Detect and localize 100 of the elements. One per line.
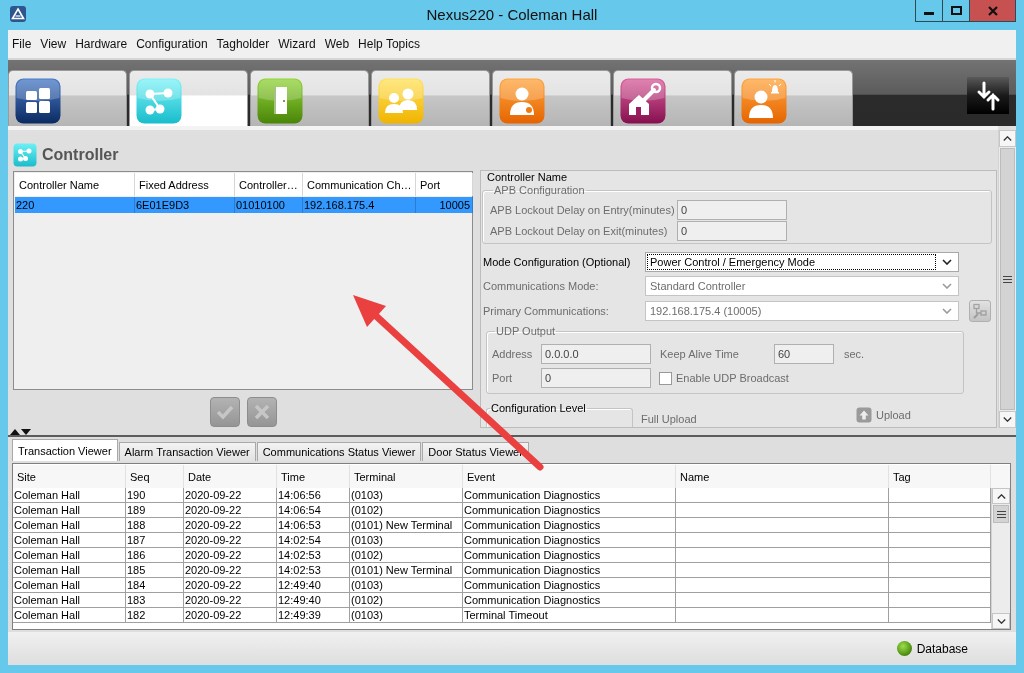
table-cell: 2020-09-22 — [184, 593, 277, 607]
table-cell: 185 — [126, 563, 184, 577]
table-cell: 10005 — [416, 197, 473, 213]
field-label: APB Lockout Delay on Exit(minutes) — [490, 225, 669, 237]
chevron-up-icon[interactable] — [996, 493, 1006, 499]
column-header[interactable]: Terminal — [350, 465, 463, 488]
table-cell: (0102) — [350, 593, 463, 607]
person-icon[interactable] — [499, 78, 545, 124]
table-cell: 14:06:53 — [277, 518, 350, 532]
field-label: Keep Alive Time — [660, 348, 740, 360]
person-bell-icon[interactable] — [741, 78, 787, 124]
column-header[interactable]: Time — [277, 465, 350, 488]
viewer-tab[interactable]: Communications Status Viewer — [256, 442, 422, 461]
up-triangle-icon[interactable] — [10, 429, 20, 435]
group-title: APB Configuration — [493, 184, 586, 197]
close-icon[interactable] — [987, 5, 998, 16]
scroll-down-button[interactable] — [992, 613, 1010, 629]
door-icon[interactable] — [257, 78, 303, 124]
menu-item[interactable]: File — [9, 35, 35, 53]
status-label: Database — [916, 641, 968, 656]
field-label: Address — [492, 348, 534, 360]
table-cell: 14:02:54 — [277, 533, 350, 547]
house-wrench-icon[interactable] — [620, 78, 666, 124]
table-cell: Communication Diagnostics — [463, 518, 676, 532]
table-cell: (0102) — [350, 548, 463, 562]
column-header[interactable]: Seq — [126, 465, 184, 488]
window-title: Nexus220 - Coleman Hall — [426, 5, 598, 23]
maximize-icon[interactable] — [950, 6, 962, 15]
menu-item[interactable]: View — [37, 35, 70, 53]
chevron-up-icon[interactable] — [1003, 136, 1012, 141]
dropdown[interactable]: Power Control / Emergency Mode — [645, 252, 959, 272]
column-header[interactable]: Event — [463, 465, 676, 488]
grid-icon[interactable] — [15, 78, 61, 124]
column-header[interactable]: Date — [184, 465, 277, 488]
table-cell: 2020-09-22 — [184, 548, 277, 562]
down-triangle-icon[interactable] — [21, 429, 31, 435]
table-cell: Coleman Hall — [13, 488, 126, 502]
table-cell: 6E01E9D3 — [135, 197, 235, 213]
column-header[interactable]: Controller Name — [15, 173, 135, 196]
column-header[interactable]: Port — [416, 173, 473, 196]
scroll-up-button[interactable] — [999, 130, 1016, 147]
scroll-down-button[interactable] — [999, 411, 1016, 428]
chevron-down-icon[interactable] — [1003, 417, 1012, 422]
table-cell: 2020-09-22 — [184, 578, 277, 592]
column-header[interactable]: Communication Ch… — [303, 173, 416, 196]
up-down-arrows-icon[interactable] — [967, 77, 1009, 114]
viewer-tab[interactable]: Transaction Viewer — [12, 439, 118, 461]
table-cell: 192.168.175.4 — [303, 197, 416, 213]
table-cell: 189 — [126, 503, 184, 517]
table-cell: 12:49:40 — [277, 593, 350, 607]
close-button[interactable] — [970, 0, 1015, 21]
module-tab[interactable] — [613, 70, 732, 126]
column-header[interactable]: Site — [13, 465, 126, 488]
menu-item[interactable]: Configuration — [133, 35, 211, 53]
table-cell: Coleman Hall — [13, 518, 126, 532]
table-cell: 183 — [126, 593, 184, 607]
menu-item[interactable]: Web — [321, 35, 353, 53]
column-header[interactable]: Tag — [889, 465, 991, 488]
table-row[interactable]: 220 6E01E9D3 01010100 192.168.175.4 10005 — [15, 197, 472, 213]
table-cell: Communication Diagnostics — [463, 488, 676, 502]
grip-lines-icon[interactable] — [1003, 275, 1012, 283]
menu-item[interactable]: Tagholder — [213, 35, 273, 53]
chevron-down-icon[interactable] — [996, 618, 1006, 624]
table-cell: 2020-09-22 — [184, 608, 277, 622]
vertical-scrollbar[interactable] — [991, 488, 1010, 629]
menu-item[interactable]: Help Topics — [355, 35, 423, 53]
column-header[interactable]: Fixed Address — [135, 173, 235, 196]
table-cell: 14:02:53 — [277, 548, 350, 562]
module-tab[interactable] — [8, 70, 127, 126]
table-cell: 2020-09-22 — [184, 503, 277, 517]
table-cell: (0101) New Terminal — [350, 518, 463, 532]
table-cell: 184 — [126, 578, 184, 592]
scrollbar-thumb[interactable] — [1000, 148, 1015, 410]
table-cell: 186 — [126, 548, 184, 562]
menu-item[interactable]: Wizard — [275, 35, 319, 53]
table-cell: Coleman Hall — [13, 548, 126, 562]
table-cell: 12:49:39 — [277, 608, 350, 622]
app-icon — [10, 6, 26, 22]
unit-label: sec. — [844, 348, 865, 360]
field-label: Port — [492, 372, 514, 384]
scroll-up-button[interactable] — [992, 488, 1010, 504]
table-cell: 01010100 — [235, 197, 303, 213]
table-cell: 14:02:53 — [277, 563, 350, 577]
column-header[interactable]: Name — [676, 465, 889, 488]
field-label: APB Lockout Delay on Entry(minutes) — [490, 204, 676, 216]
scrollbar-thumb[interactable] — [993, 505, 1009, 523]
viewer-tab[interactable]: Alarm Transaction Viewer — [118, 442, 256, 461]
section-label: Controller Name — [486, 171, 569, 183]
table-cell: (0103) — [350, 578, 463, 592]
table-cell: Coleman Hall — [13, 578, 126, 592]
table-cell: (0102) — [350, 503, 463, 517]
menu-item[interactable]: Hardware — [72, 35, 131, 53]
table-cell: 2020-09-22 — [184, 488, 277, 502]
table-cell: 182 — [126, 608, 184, 622]
chevron-down-icon[interactable] — [942, 259, 952, 265]
table-cell: Communication Diagnostics — [463, 578, 676, 592]
table-cell: Communication Diagnostics — [463, 503, 676, 517]
vertical-scrollbar[interactable] — [998, 130, 1016, 428]
grip-lines-icon[interactable] — [996, 510, 1006, 518]
column-header[interactable]: Controller… — [235, 173, 303, 196]
